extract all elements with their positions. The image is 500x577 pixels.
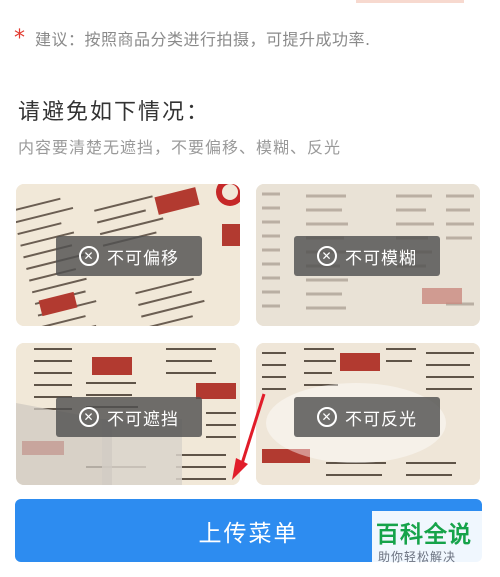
annotation-arrow-icon <box>232 393 266 480</box>
baike-watermark: 百科全说 助你轻松解决 <box>372 511 490 571</box>
watermark-title: 百科全说 <box>376 522 472 548</box>
watermark-subtitle: 助你轻松解决 <box>378 550 457 564</box>
